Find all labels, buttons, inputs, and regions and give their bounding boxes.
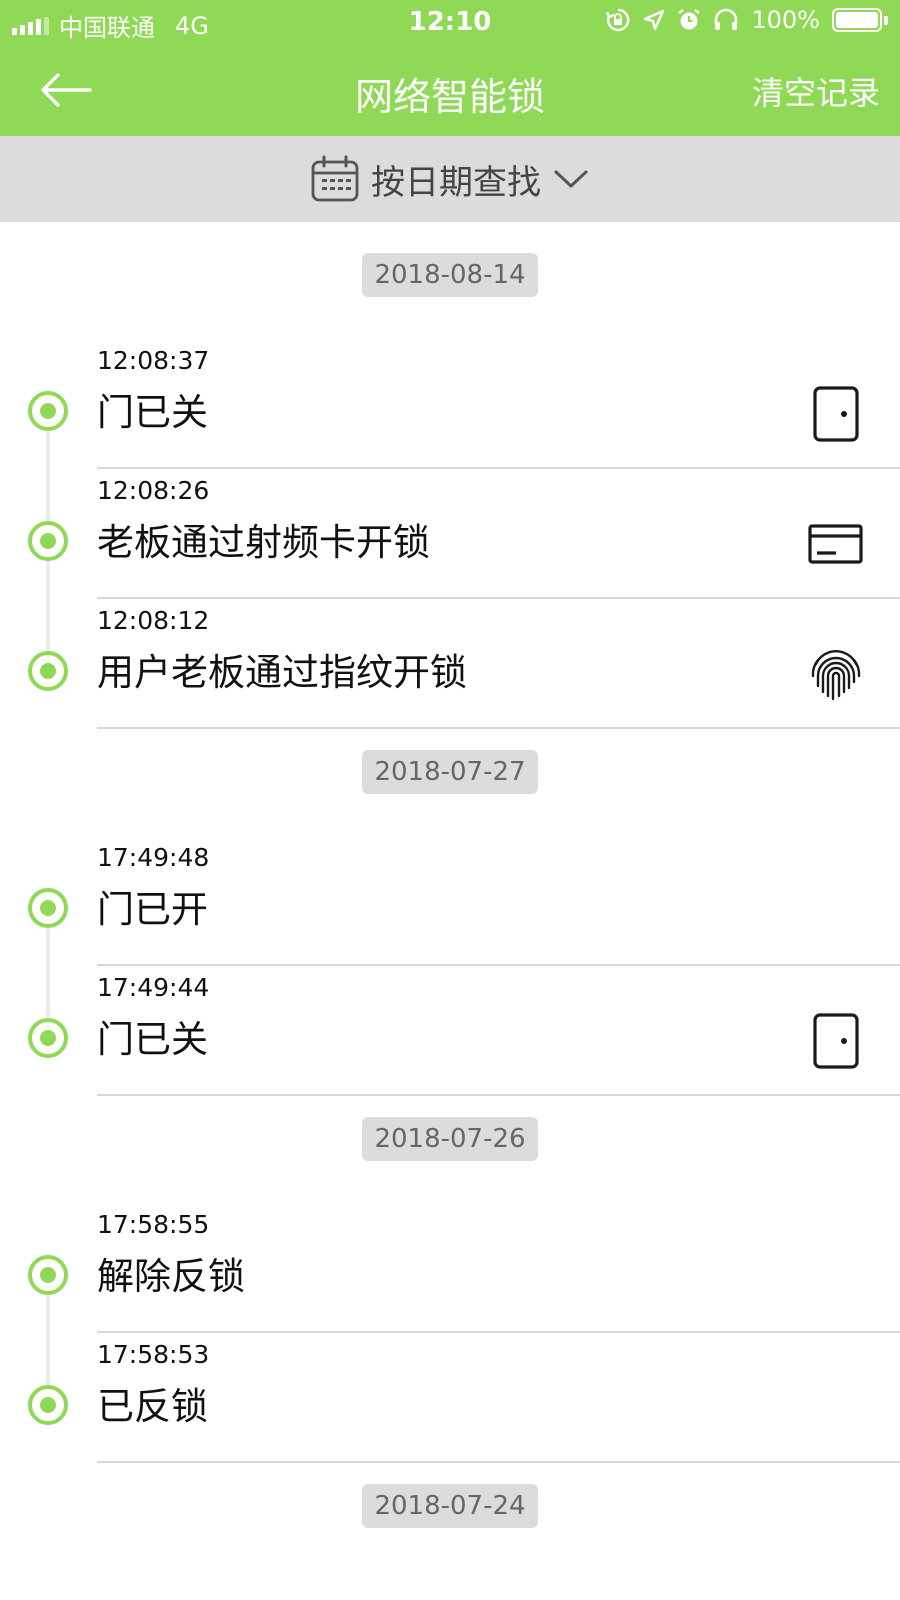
event-timeline: 2018-08-14 12:08:37 门已关 12:08:26 老板通过射频卡…	[0, 222, 900, 1600]
battery-percent: 100%	[751, 6, 820, 34]
event-row[interactable]: 12:08:37 门已关	[0, 338, 900, 469]
headphones-icon	[715, 8, 738, 30]
date-filter-button[interactable]: 按日期查找	[0, 136, 900, 222]
event-title: 门已关	[97, 1018, 208, 1061]
card-icon	[808, 516, 864, 572]
nav-bar: 网络智能锁 清空记录	[0, 44, 900, 136]
event-time: 12:08:12	[97, 606, 210, 635]
timeline-dot	[28, 1255, 68, 1295]
timeline-dot	[28, 888, 68, 928]
alarm-icon	[678, 9, 701, 30]
timeline-dot	[28, 1018, 68, 1058]
fingerprint-icon	[808, 646, 864, 702]
calendar-icon	[311, 155, 359, 202]
date-badge: 2018-07-26	[362, 1117, 538, 1161]
battery-icon	[832, 8, 888, 32]
date-badge: 2018-07-27	[362, 750, 538, 794]
date-filter-label: 按日期查找	[371, 162, 541, 203]
door-icon	[808, 1013, 864, 1069]
event-title: 解除反锁	[97, 1255, 245, 1298]
event-time: 17:58:55	[97, 1210, 210, 1239]
date-badge: 2018-08-14	[362, 253, 538, 297]
door-icon	[808, 386, 864, 442]
rotation-lock-icon	[606, 8, 630, 32]
event-time: 17:49:48	[97, 843, 210, 872]
event-title: 门已关	[97, 391, 208, 434]
row-divider	[97, 1461, 900, 1463]
event-row[interactable]: 12:08:26 老板通过射频卡开锁	[0, 468, 900, 599]
event-row[interactable]: 12:08:12 用户老板通过指纹开锁	[0, 598, 900, 729]
clear-records-button[interactable]: 清空记录	[752, 68, 880, 114]
event-title: 门已开	[97, 888, 208, 931]
date-badge: 2018-07-24	[362, 1484, 538, 1528]
status-right: 100%	[605, 6, 888, 34]
timeline-dot	[28, 1385, 68, 1425]
event-title: 老板通过射频卡开锁	[97, 521, 430, 564]
location-icon	[644, 9, 665, 31]
chevron-down-icon	[554, 170, 588, 188]
event-row[interactable]: 17:49:48 门已开	[0, 835, 900, 966]
status-bar: 中国联通 4G 12:10 100%	[0, 0, 900, 44]
event-time: 17:58:53	[97, 1340, 210, 1369]
event-title: 用户老板通过指纹开锁	[97, 651, 467, 694]
event-row[interactable]: 17:58:53 已反锁	[0, 1332, 900, 1463]
row-divider	[97, 1094, 900, 1096]
event-row[interactable]: 17:49:44 门已关	[0, 965, 900, 1096]
event-time: 17:49:44	[97, 973, 210, 1002]
event-time: 12:08:26	[97, 476, 210, 505]
event-time: 12:08:37	[97, 346, 210, 375]
timeline-dot	[28, 521, 68, 561]
timeline-dot	[28, 651, 68, 691]
timeline-dot	[28, 391, 68, 431]
event-row[interactable]: 17:58:55 解除反锁	[0, 1202, 900, 1333]
event-title: 已反锁	[97, 1385, 208, 1428]
row-divider	[97, 727, 900, 729]
app-header: 中国联通 4G 12:10 100% 网络智能锁 清空记录	[0, 0, 900, 136]
